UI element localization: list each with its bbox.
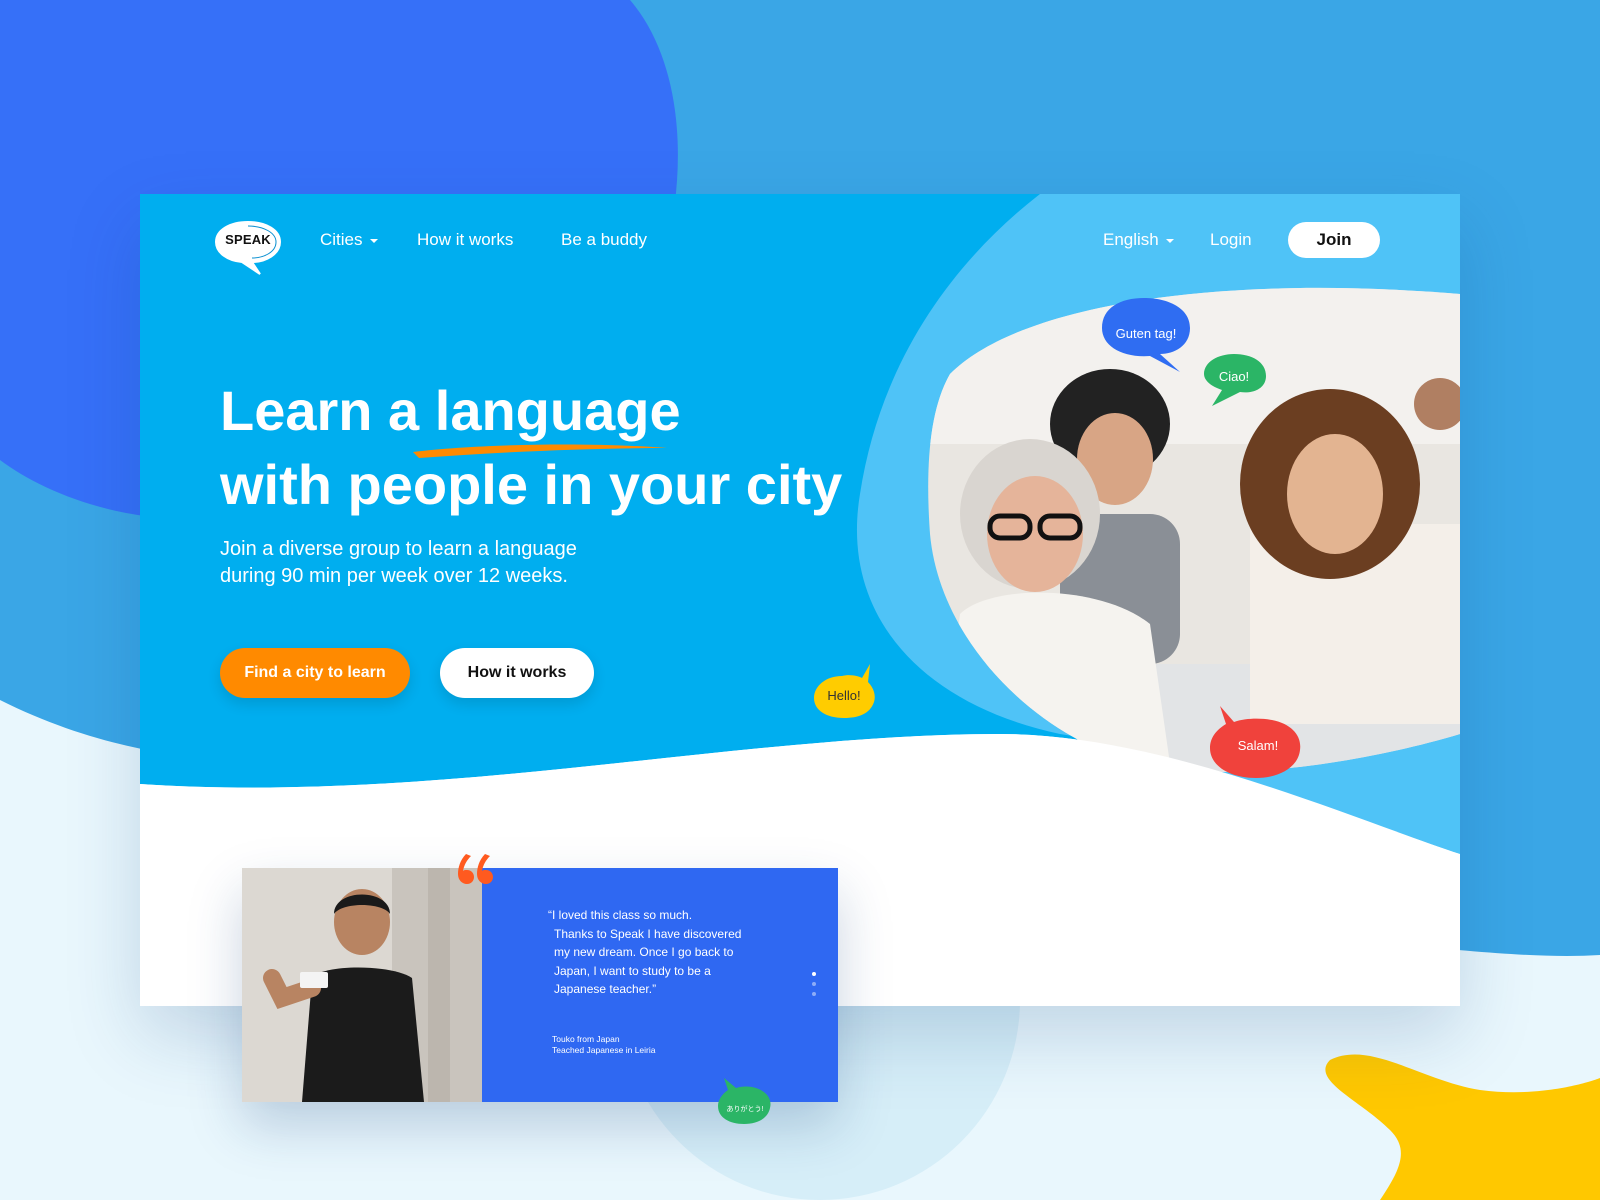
language-label: English (1103, 230, 1159, 249)
headline-line-1: Learn a language (220, 374, 842, 458)
find-city-button[interactable]: Find a city to learn (220, 648, 410, 698)
testimonial-card: “I loved this class so much. Thanks to S… (242, 868, 838, 1124)
author-name: Touko from Japan (552, 1034, 620, 1044)
subtitle-line-1: Join a diverse group to learn a language (220, 538, 577, 560)
headline-highlight-text: language (434, 379, 681, 442)
nav-how-it-works[interactable]: How it works (417, 230, 513, 250)
quote-icon (458, 854, 493, 884)
hero-subtitle: Join a diverse group to learn a language… (220, 536, 577, 590)
bubble-salam: Salam! (1237, 738, 1279, 753)
carousel-dot[interactable] (812, 972, 816, 976)
testimonial-author: Touko from Japan Teached Japanese in Lei… (552, 1034, 656, 1056)
logo-text: SPEAK (225, 232, 271, 247)
underline-stroke-icon (412, 444, 667, 458)
hero-headline: Learn a language with people in your cit… (220, 374, 842, 522)
bubble-arigatou: ありがとう! (726, 1106, 764, 1113)
testimonial-body: “I loved this class so much. Thanks to S… (482, 868, 838, 1124)
language-selector[interactable]: English (1103, 230, 1174, 250)
headline-highlight: language (412, 374, 681, 458)
quote-line: Japan, I want to study to be a (554, 963, 711, 978)
testimonial-photo (242, 868, 482, 1102)
join-button[interactable]: Join (1288, 222, 1380, 258)
chevron-down-icon (1165, 238, 1174, 243)
quote-line: Japanese teacher.” (554, 982, 657, 996)
nav-cities[interactable]: Cities (320, 230, 378, 250)
speech-bubble-green-icon (718, 1078, 771, 1124)
headline-part1: Learn a (220, 379, 435, 442)
quote-line: my new dream. Once I go back to (554, 945, 734, 959)
top-nav: SPEAK Cities How it works Be a buddy Eng… (140, 194, 1460, 294)
quote-line: “I loved this class so much. (548, 908, 693, 922)
subtitle-line-2: during 90 min per week over 12 weeks. (220, 565, 568, 587)
bubble-ciao: Ciao! (1218, 369, 1250, 384)
nav-be-a-buddy[interactable]: Be a buddy (561, 230, 647, 250)
carousel-dot[interactable] (812, 982, 816, 986)
carousel-dots (812, 972, 818, 1002)
author-detail: Teached Japanese in Leiria (552, 1045, 656, 1055)
bubble-hello: Hello! (827, 688, 861, 703)
quote-line: Thanks to Speak I have discovered (554, 926, 742, 941)
bubble-guten-tag: Guten tag! (1115, 326, 1177, 341)
carousel-dot[interactable] (812, 992, 816, 996)
login-link[interactable]: Login (1210, 230, 1252, 250)
how-it-works-button[interactable]: How it works (440, 648, 594, 698)
chevron-down-icon (369, 238, 378, 243)
nav-cities-label: Cities (320, 230, 363, 249)
testimonial-quote: “I loved this class so much. Thanks to S… (548, 906, 758, 999)
